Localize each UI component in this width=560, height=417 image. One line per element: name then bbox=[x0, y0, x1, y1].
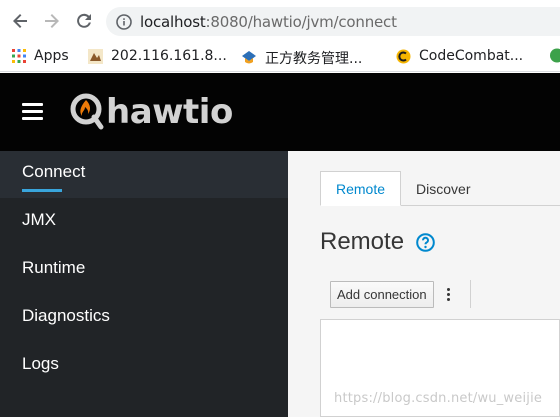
arrow-right-icon bbox=[45, 14, 59, 28]
sidebar-item-jmx[interactable]: JMX bbox=[22, 210, 56, 230]
flame-logo-icon bbox=[70, 93, 104, 130]
tab-bar: Remote Discover bbox=[320, 171, 486, 206]
bookmark-label: 正方教务管理... bbox=[265, 51, 363, 67]
bookmark-apps[interactable]: Apps bbox=[12, 48, 69, 64]
reload-icon bbox=[77, 13, 91, 28]
leaf-favicon bbox=[550, 48, 560, 63]
app-header: hawtio bbox=[0, 73, 560, 151]
logo-text: hawtio bbox=[106, 92, 233, 132]
kebab-menu-icon[interactable] bbox=[444, 285, 454, 305]
info-circle-icon[interactable] bbox=[116, 13, 132, 30]
url-text: localhost:8080/hawtio/jvm/connect bbox=[140, 13, 397, 31]
site-favicon bbox=[88, 48, 103, 64]
address-bar[interactable]: localhost:8080/hawtio/jvm/connect bbox=[106, 7, 560, 36]
bookmark-edu[interactable]: 正方教务管理... bbox=[241, 48, 362, 68]
active-indicator bbox=[22, 189, 62, 192]
back-button[interactable] bbox=[5, 6, 35, 36]
sidebar-item-logs[interactable]: Logs bbox=[22, 354, 59, 374]
url-path: :8080/hawtio/jvm/connect bbox=[205, 12, 397, 31]
toolbar-divider bbox=[470, 280, 471, 308]
hawtio-logo[interactable]: hawtio bbox=[70, 92, 233, 132]
bookmark-ip[interactable]: 202.116.161.8... bbox=[88, 48, 227, 64]
browser-toolbar: localhost:8080/hawtio/jvm/connect bbox=[0, 0, 560, 42]
bookmarks-bar: Apps 202.116.161.8... 正方教务管理... CodeComb… bbox=[0, 42, 560, 72]
tab-remote[interactable]: Remote bbox=[320, 171, 402, 206]
codecombat-favicon bbox=[396, 49, 411, 63]
watermark: https://blog.csdn.net/wu_weijie bbox=[334, 391, 543, 406]
tab-discover[interactable]: Discover bbox=[401, 171, 485, 206]
sidebar: Connect JMX Runtime Diagnostics Logs bbox=[0, 151, 288, 417]
sidebar-item-runtime[interactable]: Runtime bbox=[22, 258, 85, 278]
question-circle-icon[interactable] bbox=[416, 232, 435, 252]
page-title: Remote bbox=[320, 228, 435, 256]
main-content: Remote Discover Remote Add connection bbox=[288, 151, 560, 417]
sidebar-item-diagnostics[interactable]: Diagnostics bbox=[22, 306, 110, 326]
sidebar-item-connect[interactable]: Connect bbox=[22, 162, 85, 182]
arrow-left-icon bbox=[13, 14, 27, 28]
add-connection-button[interactable]: Add connection bbox=[330, 281, 434, 308]
bookmark-label: 202.116.161.8... bbox=[111, 48, 227, 64]
bookmark-overflow[interactable] bbox=[547, 48, 560, 63]
forward-button[interactable] bbox=[37, 6, 67, 36]
apps-grid-icon bbox=[12, 49, 26, 63]
bookmark-label: CodeCombat... bbox=[419, 48, 524, 64]
bookmark-codecombat[interactable]: CodeCombat... bbox=[396, 48, 523, 64]
url-host: localhost bbox=[140, 12, 206, 31]
edu-favicon bbox=[242, 51, 256, 64]
page-title-text: Remote bbox=[320, 228, 405, 255]
hamburger-menu-icon[interactable] bbox=[22, 103, 43, 120]
toolbar: Add connection bbox=[330, 281, 454, 308]
bookmark-label: Apps bbox=[34, 48, 69, 64]
reload-button[interactable] bbox=[69, 6, 99, 36]
